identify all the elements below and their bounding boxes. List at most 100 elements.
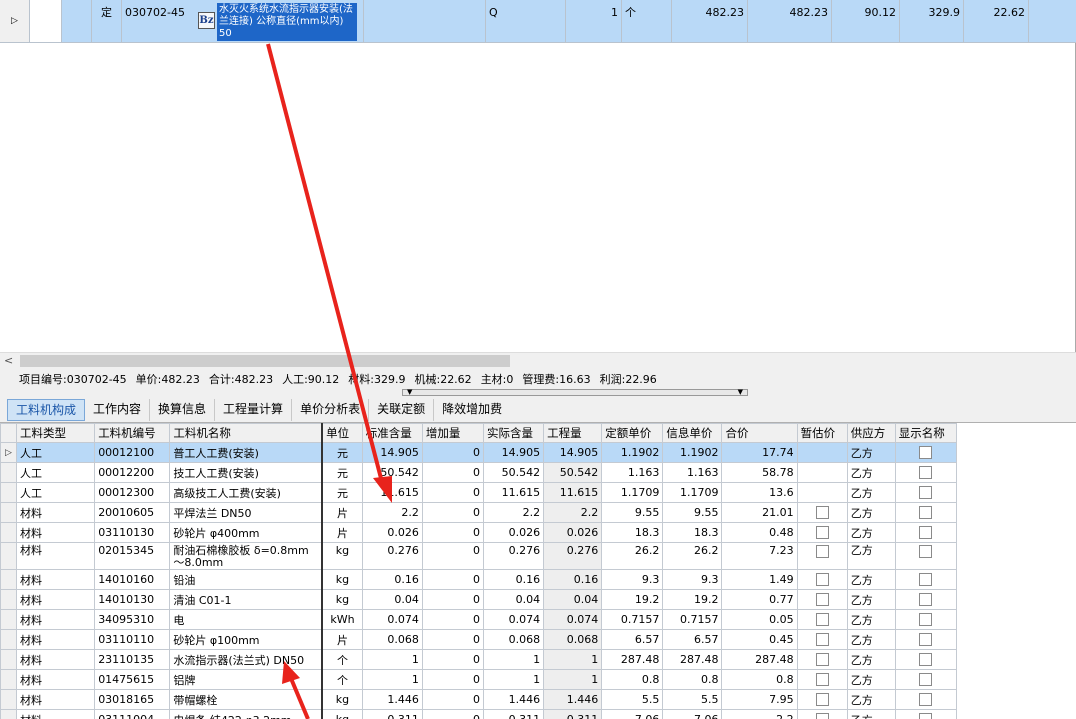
cell-supplier[interactable]: 乙方 bbox=[846, 502, 896, 523]
provisional-checkbox[interactable] bbox=[815, 526, 829, 540]
cell-unit[interactable]: 片 bbox=[321, 629, 363, 650]
table-row[interactable]: 材料 02015345 耐油石棉橡胶板 δ=0.8mm～8.0mm kg 0.276 0 0… bbox=[0, 542, 958, 570]
header-provisional[interactable]: 暂估价 bbox=[796, 423, 848, 443]
cell-actual[interactable]: 0.311 bbox=[482, 709, 545, 719]
tab-unit-price-analysis[interactable]: 单价分析表 bbox=[292, 398, 370, 421]
cell-type[interactable]: 材料 bbox=[16, 522, 96, 543]
display-name-checkbox[interactable] bbox=[919, 713, 933, 719]
tab-quantity-calc[interactable]: 工程量计算 bbox=[215, 398, 293, 421]
cell-std[interactable]: 0.068 bbox=[361, 629, 423, 650]
cell-info-price[interactable]: 0.8 bbox=[662, 669, 723, 690]
table-row[interactable]: 材料 01475615 铝牌个 1 0 1 1 0.8 0.8 0.8 乙方 bbox=[0, 669, 958, 690]
row-indicator[interactable] bbox=[0, 522, 18, 543]
cell-std[interactable]: 2.2 bbox=[361, 502, 423, 523]
cell-provisional[interactable] bbox=[796, 669, 848, 690]
cell-supplier[interactable]: 乙方 bbox=[846, 542, 896, 570]
cell-total[interactable]: 2.2 bbox=[721, 709, 798, 719]
cell-quota-price[interactable]: 6.57 bbox=[601, 629, 664, 650]
cell-quota-price[interactable]: 9.55 bbox=[601, 502, 664, 523]
table-row[interactable]: 人工 00012300 高级技工人工费(安装) 元 11.615 0 11.615 11.61… bbox=[0, 482, 958, 503]
cell-std[interactable]: 1 bbox=[361, 669, 423, 690]
cell-type[interactable]: 人工 bbox=[16, 442, 96, 463]
cell-std[interactable]: 50.542 bbox=[361, 462, 423, 483]
cell-info-price[interactable]: 1.163 bbox=[662, 462, 723, 483]
cell-name[interactable]: 水流指示器(法兰式) DN50 bbox=[169, 649, 324, 670]
cell-quota-price[interactable]: 0.7157 bbox=[601, 609, 664, 630]
cell-type[interactable]: 材料 bbox=[16, 569, 96, 590]
row-indicator[interactable] bbox=[0, 589, 18, 610]
cell-qty[interactable]: 14.905 bbox=[543, 442, 603, 463]
cell-name[interactable]: 平焊法兰 DN50 bbox=[169, 502, 324, 523]
cell-type[interactable]: 材料 bbox=[16, 709, 96, 719]
cell-add[interactable]: 0 bbox=[421, 442, 484, 463]
cell-info-price[interactable]: 18.3 bbox=[662, 522, 723, 543]
cell-unit[interactable]: 元 bbox=[321, 442, 363, 463]
cell-info-price[interactable]: 6.57 bbox=[662, 629, 723, 650]
display-name-checkbox[interactable] bbox=[919, 526, 933, 540]
cell-name[interactable]: 砂轮片 φ100mm bbox=[169, 629, 324, 650]
cell-qty[interactable]: 0.16 bbox=[543, 569, 603, 590]
top-table-row[interactable]: ▷ 定 030702-45 Bz 水灭火系统水流指示器安装(法兰连接) 公称直径… bbox=[0, 0, 1076, 43]
cell-name[interactable]: 耐油石棉橡胶板 δ=0.8mm～8.0mm bbox=[169, 542, 324, 570]
cell-quota-price[interactable]: 5.5 bbox=[601, 689, 664, 710]
cell-quota-price[interactable]: 19.2 bbox=[601, 589, 664, 610]
cell-qty[interactable]: 50.542 bbox=[543, 462, 603, 483]
cell-type[interactable]: 材料 bbox=[16, 609, 96, 630]
cell-unit[interactable]: kWh bbox=[321, 609, 363, 630]
cell-quota-price[interactable]: 0.8 bbox=[601, 669, 664, 690]
provisional-checkbox[interactable] bbox=[815, 653, 829, 667]
display-name-checkbox[interactable] bbox=[919, 613, 933, 627]
cell-name[interactable]: 普工人工费(安装) bbox=[169, 442, 324, 463]
tab-efficiency-fee[interactable]: 降效增加费 bbox=[434, 399, 510, 421]
cell-actual[interactable]: 0.068 bbox=[482, 629, 545, 650]
cell-total[interactable]: 7.23 bbox=[721, 542, 798, 570]
cell-code[interactable]: 03110110 bbox=[94, 629, 171, 650]
cell-info-price[interactable]: 7.06 bbox=[662, 709, 723, 719]
cell-code[interactable]: 14010130 bbox=[94, 589, 171, 610]
cell-code[interactable]: 03111004 bbox=[94, 709, 171, 719]
cell-code[interactable]: 00012200 bbox=[94, 462, 171, 483]
header-info-price[interactable]: 信息单价 bbox=[662, 423, 723, 443]
cell-actual[interactable]: 50.542 bbox=[482, 462, 545, 483]
cell-unit[interactable]: kg bbox=[321, 542, 363, 570]
cell-provisional[interactable] bbox=[796, 689, 848, 710]
cell-quota-price[interactable]: 18.3 bbox=[601, 522, 664, 543]
tab-related-quota[interactable]: 关联定额 bbox=[369, 398, 435, 421]
display-name-checkbox[interactable] bbox=[919, 633, 933, 647]
cell-unit[interactable]: 个 bbox=[321, 669, 363, 690]
cell-qty[interactable]: 2.2 bbox=[543, 502, 603, 523]
table-row[interactable]: 材料 34095310 电 kWh 0.074 0 0.074 0.074 0.7157 0.71… bbox=[0, 609, 958, 630]
cell-info-price[interactable]: 26.2 bbox=[662, 542, 723, 570]
provisional-checkbox[interactable] bbox=[815, 673, 829, 687]
top-cell-code-name[interactable]: 030702-45 Bz 水灭火系统水流指示器安装(法兰连接) 公称直径(mm以… bbox=[122, 0, 364, 43]
cell-std[interactable]: 0.16 bbox=[361, 569, 423, 590]
provisional-checkbox[interactable] bbox=[815, 613, 829, 627]
cell-type[interactable]: 材料 bbox=[16, 502, 96, 523]
panel-splitter[interactable]: ▼ ▼ bbox=[0, 389, 1076, 397]
cell-std[interactable]: 0.026 bbox=[361, 522, 423, 543]
cell-unit[interactable]: kg bbox=[321, 689, 363, 710]
cell-name[interactable]: 技工人工费(安装) bbox=[169, 462, 324, 483]
cell-quota-price[interactable]: 287.48 bbox=[601, 649, 664, 670]
display-name-checkbox[interactable] bbox=[919, 486, 933, 500]
cell-provisional[interactable] bbox=[796, 649, 848, 670]
cell-name[interactable]: 电 bbox=[169, 609, 324, 630]
cell-provisional[interactable] bbox=[796, 609, 848, 630]
cell-std[interactable]: 1 bbox=[361, 649, 423, 670]
cell-std[interactable]: 0.074 bbox=[361, 609, 423, 630]
cell-info-price[interactable]: 0.7157 bbox=[662, 609, 723, 630]
cell-qty[interactable]: 0.04 bbox=[543, 589, 603, 610]
cell-actual[interactable]: 0.074 bbox=[482, 609, 545, 630]
header-actual-qty[interactable]: 实际含量 bbox=[482, 423, 545, 443]
cell-display-name[interactable] bbox=[894, 709, 958, 719]
row-indicator[interactable] bbox=[0, 629, 18, 650]
cell-quota-price[interactable]: 7.06 bbox=[601, 709, 664, 719]
table-row[interactable]: ▷ 人工 00012100 普工人工费(安装) 元 14.905 0 14.905 14.905… bbox=[0, 442, 958, 463]
provisional-checkbox[interactable] bbox=[815, 573, 829, 587]
cell-unit[interactable]: 元 bbox=[321, 462, 363, 483]
header-name[interactable]: 工料机名称 bbox=[169, 423, 324, 443]
cell-supplier[interactable]: 乙方 bbox=[846, 669, 896, 690]
table-row[interactable]: 材料03111004电焊条 结422 φ3.2mmkg0.31100.3110.… bbox=[0, 709, 958, 719]
cell-code[interactable]: 01475615 bbox=[94, 669, 171, 690]
cell-actual[interactable]: 0.276 bbox=[482, 542, 545, 570]
